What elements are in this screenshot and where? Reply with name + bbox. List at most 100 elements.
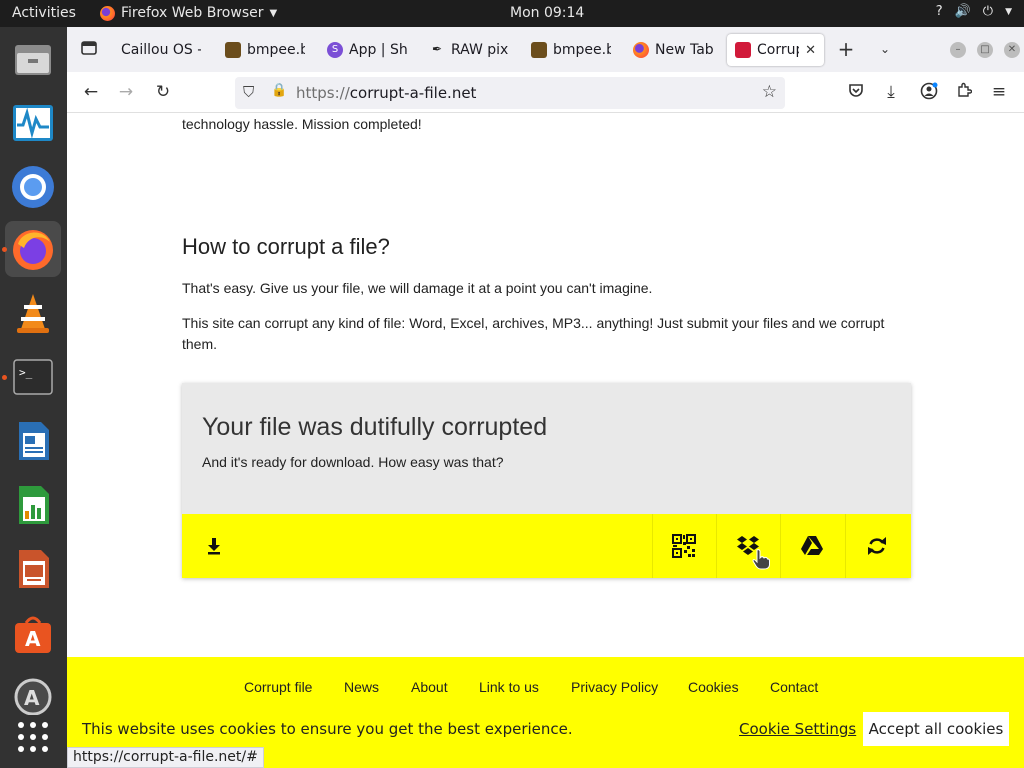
- terminal-icon: >_: [13, 359, 53, 395]
- dock-system-monitor[interactable]: [5, 95, 61, 151]
- tab-label: New Tab: [655, 42, 714, 58]
- cookie-banner: This website uses cookies to ensure you …: [67, 708, 1024, 750]
- tab-label: RAW pix: [451, 42, 509, 58]
- footer-link-corrupt-file[interactable]: Corrupt file: [244, 679, 312, 695]
- web-page: technology hassle. Mission completed! Ho…: [67, 113, 1024, 768]
- tab-bmpee-2[interactable]: bmpee.b: [523, 34, 619, 66]
- dock-terminal[interactable]: >_: [5, 349, 61, 405]
- maximize-button[interactable]: □: [977, 42, 993, 58]
- minimize-button[interactable]: –: [950, 42, 966, 58]
- tab-caillou[interactable]: Caillou OS -: [113, 34, 209, 66]
- cookie-message: This website uses cookies to ensure you …: [82, 720, 573, 738]
- paragraph-2: This site can corrupt any kind of file: …: [182, 315, 885, 352]
- clock[interactable]: Mon 09:14: [510, 5, 584, 21]
- firefox-view-icon[interactable]: [79, 39, 99, 59]
- svg-text:A: A: [24, 686, 40, 710]
- impress-icon: [19, 550, 49, 588]
- qr-code-button[interactable]: [652, 514, 716, 578]
- footer-link-about[interactable]: About: [411, 679, 448, 695]
- downloads-icon[interactable]: ⤓: [881, 82, 901, 102]
- url-bar[interactable]: ⛉ 🔒 https://corrupt-a-file.net ☆: [235, 77, 785, 109]
- download-icon: [208, 538, 220, 555]
- dock-vlc[interactable]: [5, 285, 61, 341]
- tab-app-sh[interactable]: S App | Sh: [319, 34, 415, 66]
- s-logo-icon: S: [327, 42, 343, 58]
- dock-chromium[interactable]: [5, 159, 61, 215]
- result-title: Your file was dutifully corrupted: [202, 413, 548, 441]
- shield-icon[interactable]: ⛉: [243, 83, 254, 101]
- forward-arrow-icon[interactable]: →: [116, 82, 136, 102]
- gnome-top-bar: Activities Firefox Web Browser ▼ Mon 09:…: [0, 0, 1024, 27]
- intro-text-tail: technology hassle. Mission completed!: [182, 116, 422, 132]
- vlc-icon: [17, 294, 49, 333]
- footer-link-news[interactable]: News: [344, 679, 379, 695]
- dropbox-button[interactable]: [716, 514, 780, 578]
- new-tab-button[interactable]: +: [836, 39, 856, 59]
- tab-new-tab[interactable]: New Tab: [625, 34, 725, 66]
- tab-label: bmpee.b: [247, 42, 305, 58]
- dock-calc[interactable]: [5, 477, 61, 533]
- power-icon: ⏻: [982, 4, 994, 19]
- pocket-icon[interactable]: [846, 82, 866, 102]
- bookmark-star-icon[interactable]: ☆: [762, 82, 777, 102]
- result-subtitle: And it's ready for download. How easy wa…: [202, 454, 504, 470]
- accept-cookies-button[interactable]: Accept all cookies: [863, 712, 1009, 746]
- firefox-icon: [13, 230, 53, 270]
- download-button[interactable]: [182, 514, 246, 578]
- corrupt-file-icon: [735, 42, 751, 58]
- tab-raw-pix[interactable]: ✒ RAW pix: [421, 34, 517, 66]
- network-icon: ?: [935, 4, 943, 19]
- dock-impress[interactable]: [5, 541, 61, 597]
- section-heading: How to corrupt a file?: [182, 234, 390, 259]
- hand-cursor-icon: [752, 549, 770, 570]
- extensions-icon[interactable]: [954, 82, 974, 102]
- tab-corrupt-active[interactable]: Corrup ✕: [727, 34, 824, 66]
- firefox-icon: [633, 42, 649, 58]
- dock: >_ A A: [0, 27, 67, 768]
- google-drive-button[interactable]: [780, 514, 844, 578]
- account-icon[interactable]: [919, 82, 939, 102]
- cookie-settings-link[interactable]: Cookie Settings: [739, 720, 856, 738]
- tab-bmpee-1[interactable]: bmpee.b: [217, 34, 313, 66]
- status-url-tooltip: https://corrupt-a-file.net/#: [67, 747, 264, 768]
- nav-bar: ← → ↻ ⛉ 🔒 https://corrupt-a-file.net ☆ ⤓…: [67, 72, 1024, 113]
- tab-label: App | Sh: [349, 42, 407, 58]
- app-menu[interactable]: Firefox Web Browser ▼: [100, 5, 277, 21]
- tab-label: Caillou OS -: [121, 42, 201, 58]
- close-tab-icon[interactable]: ✕: [805, 43, 816, 58]
- dock-files[interactable]: [5, 31, 61, 87]
- software-center-icon: A: [15, 616, 51, 653]
- calc-icon: [19, 486, 49, 524]
- paragraph-1: That's easy. Give us your file, we will …: [182, 280, 653, 296]
- activities-button[interactable]: Activities: [12, 5, 76, 21]
- result-action-bar: [182, 514, 911, 578]
- tab-label: Corrup: [757, 42, 799, 58]
- hamburger-menu-icon[interactable]: ≡: [989, 82, 1009, 102]
- show-applications-button[interactable]: [5, 709, 61, 765]
- app-grid-icon: [18, 722, 48, 752]
- back-arrow-icon[interactable]: ←: [81, 82, 101, 102]
- url-text[interactable]: https://corrupt-a-file.net: [296, 84, 476, 102]
- dock-software-center[interactable]: A: [5, 605, 61, 661]
- system-tray[interactable]: ? 🔊 ⏻ ▼: [936, 4, 1012, 19]
- google-drive-icon: [801, 536, 823, 555]
- reload-icon[interactable]: ↻: [153, 82, 173, 102]
- tab-bar: Caillou OS - bmpee.b S App | Sh ✒ RAW pi…: [67, 27, 1024, 72]
- files-icon: [15, 45, 51, 75]
- lock-icon[interactable]: 🔒: [271, 83, 287, 98]
- pen-icon: ✒: [431, 42, 443, 56]
- svg-text:>_: >_: [19, 366, 33, 379]
- close-window-button[interactable]: ✕: [1004, 42, 1020, 58]
- folder-icon: [225, 42, 241, 58]
- dock-firefox[interactable]: [5, 221, 61, 277]
- footer-link-privacy-policy[interactable]: Privacy Policy: [571, 679, 658, 695]
- chevron-down-icon: ▼: [1005, 6, 1012, 17]
- refresh-button[interactable]: [845, 514, 909, 578]
- footer-link-contact[interactable]: Contact: [770, 679, 818, 695]
- dock-writer[interactable]: [5, 413, 61, 469]
- firefox-icon: [100, 5, 115, 21]
- list-all-tabs-icon[interactable]: ⌄: [875, 39, 895, 59]
- footer-link-link-to-us[interactable]: Link to us: [479, 679, 539, 695]
- footer-link-cookies[interactable]: Cookies: [688, 679, 739, 695]
- running-indicator: [2, 375, 7, 380]
